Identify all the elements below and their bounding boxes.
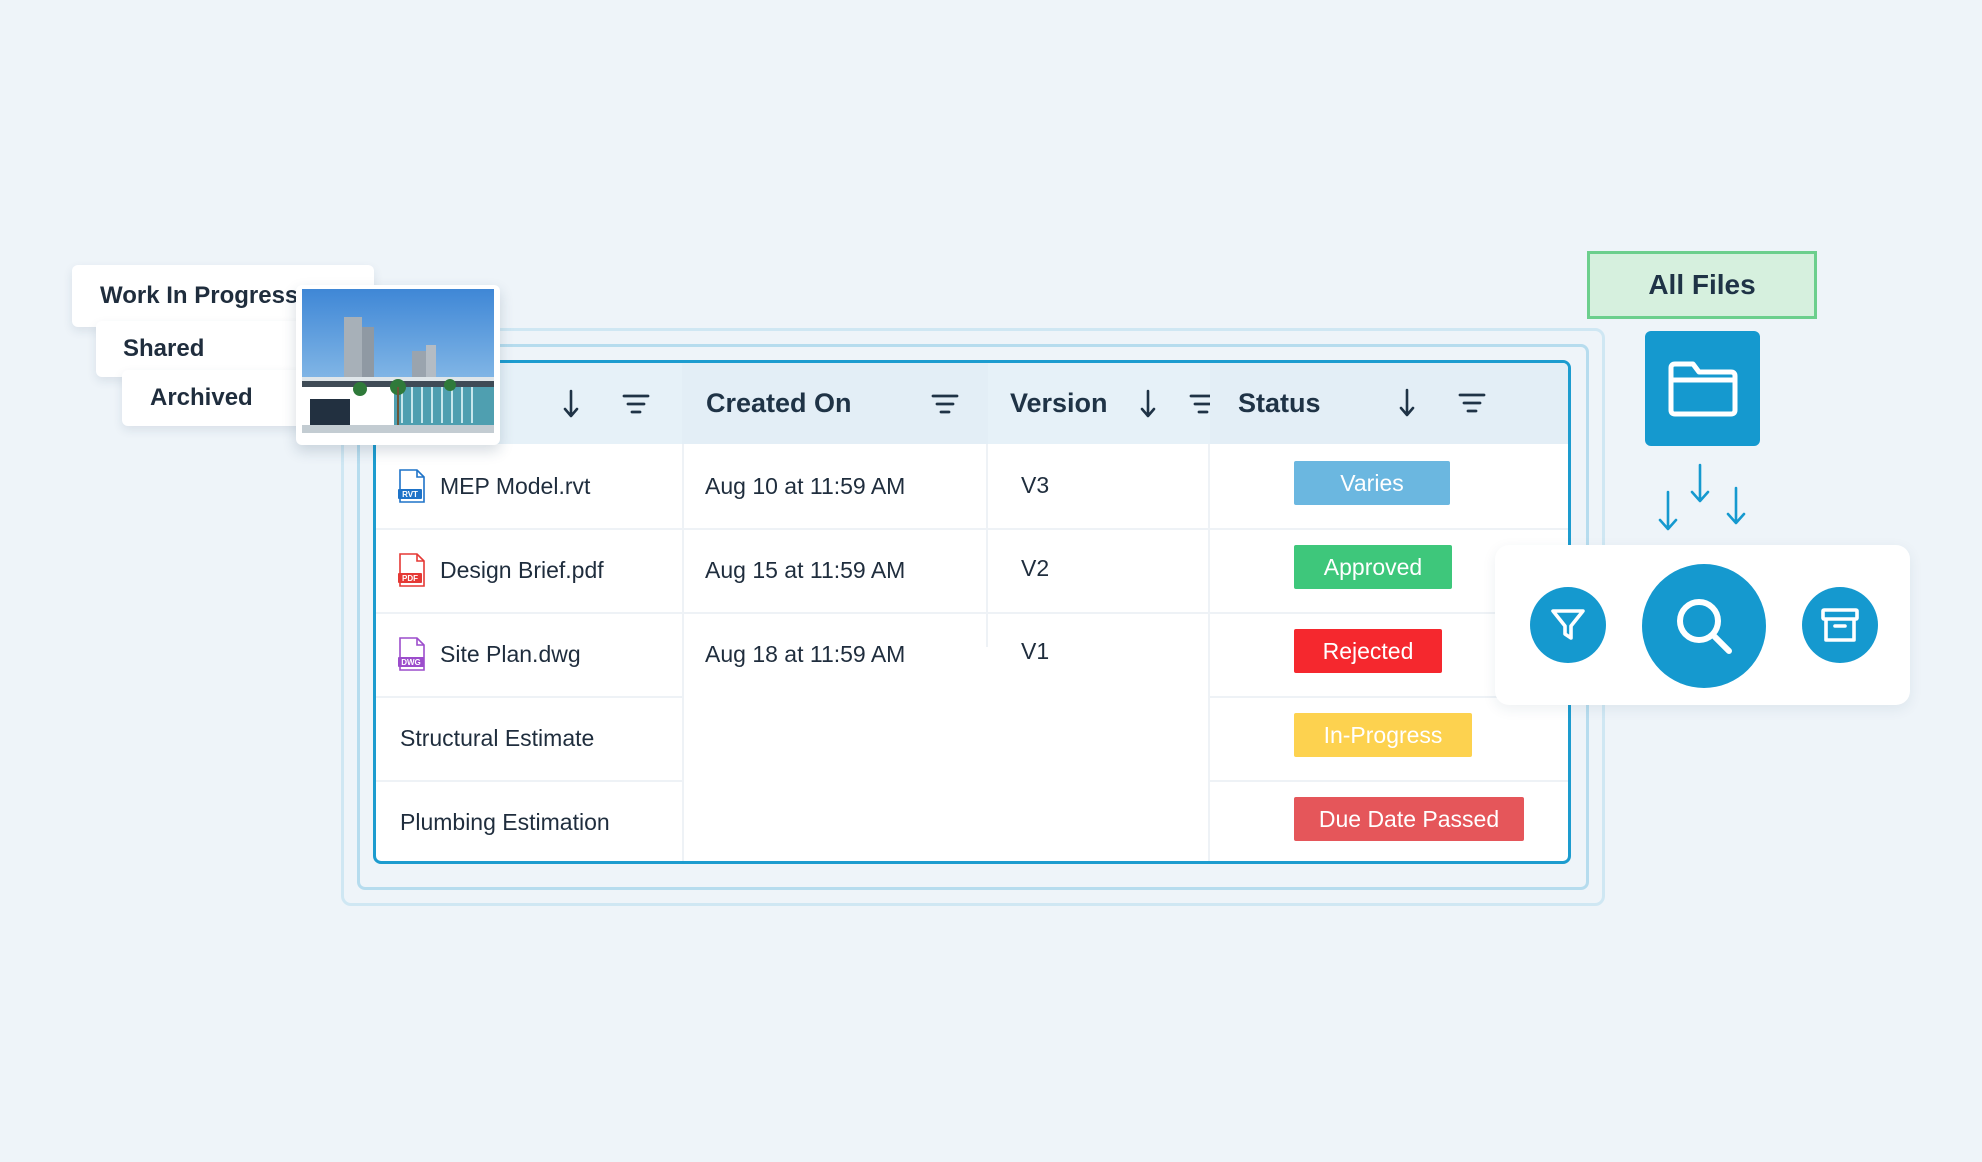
table-row[interactable]: Structural Estimate [400, 715, 594, 761]
folder-button[interactable] [1645, 331, 1760, 446]
tab-label: Work In Progress [100, 282, 299, 309]
row-divider [1208, 780, 1568, 782]
file-name[interactable]: Design Brief.pdf [440, 557, 604, 584]
search-button[interactable] [1642, 564, 1766, 688]
created-date: Aug 15 at 11:59 AM [705, 556, 906, 583]
archive-button[interactable] [1802, 587, 1878, 663]
created-date: Aug 18 at 11:59 AM [705, 640, 906, 667]
svg-text:DWG: DWG [401, 658, 421, 667]
file-name[interactable]: MEP Model.rvt [440, 473, 590, 500]
table-row[interactable]: Plumbing Estimation [400, 799, 610, 845]
row-divider [376, 528, 1568, 530]
folder-icon [1668, 361, 1737, 416]
file-name[interactable]: Site Plan.dwg [440, 641, 581, 668]
building-photo [302, 289, 494, 433]
version-value: V1 [1021, 637, 1050, 664]
row-divider [376, 780, 682, 782]
filter-lines-icon[interactable] [931, 393, 959, 415]
status-badge[interactable]: Varies [1294, 461, 1450, 505]
sort-arrow-icon[interactable] [1140, 389, 1156, 419]
version-value: V3 [1021, 471, 1050, 498]
all-files-button[interactable]: All Files [1587, 251, 1817, 319]
tab-label: Shared [123, 335, 205, 362]
header-version[interactable]: Version [988, 363, 1217, 444]
filter-lines-icon[interactable] [1458, 392, 1486, 414]
tab-shared[interactable]: Shared [96, 321, 322, 377]
row-divider [376, 696, 682, 698]
header-status[interactable]: Status [1210, 363, 1568, 444]
filter-lines-icon[interactable] [622, 393, 650, 415]
header-created-on[interactable]: Created On [682, 363, 988, 444]
svg-text:RVT: RVT [402, 490, 418, 499]
filter-button[interactable] [1530, 587, 1606, 663]
table-row[interactable]: RVT MEP Model.rvt [398, 463, 590, 509]
tool-panel [1495, 545, 1910, 705]
pdf-file-icon: PDF [398, 553, 426, 587]
status-label: Status [1238, 388, 1321, 418]
tab-archived[interactable]: Archived [122, 370, 322, 426]
filter-icon [1551, 609, 1585, 640]
column-divider [1208, 444, 1210, 861]
svg-text:PDF: PDF [402, 574, 418, 583]
status-badge[interactable]: Approved [1294, 545, 1452, 589]
tab-label: Archived [150, 384, 253, 411]
archive-icon [1821, 608, 1859, 642]
row-divider [376, 612, 1568, 614]
sort-arrow-icon[interactable] [1399, 388, 1415, 418]
status-badge[interactable]: Due Date Passed [1294, 797, 1524, 841]
search-icon [1677, 599, 1732, 654]
table-row[interactable]: DWG Site Plan.dwg [398, 631, 581, 677]
down-arrows-icon [1658, 463, 1746, 531]
column-divider [986, 444, 988, 647]
status-badge[interactable]: In-Progress [1294, 713, 1472, 757]
sort-arrow-icon[interactable] [563, 389, 579, 419]
file-table: Created On Version Status RVT MEP Model.… [373, 360, 1571, 864]
created-date: Aug 10 at 11:59 AM [705, 472, 906, 499]
project-thumbnail[interactable] [296, 285, 500, 445]
dwg-file-icon: DWG [398, 637, 426, 671]
table-row[interactable]: PDF Design Brief.pdf [398, 547, 604, 593]
column-divider [682, 444, 684, 861]
rvt-file-icon: RVT [398, 469, 426, 503]
status-badge[interactable]: Rejected [1294, 629, 1442, 673]
created-on-label: Created On [706, 388, 852, 418]
version-label: Version [1010, 388, 1108, 418]
version-value: V2 [1021, 554, 1050, 581]
